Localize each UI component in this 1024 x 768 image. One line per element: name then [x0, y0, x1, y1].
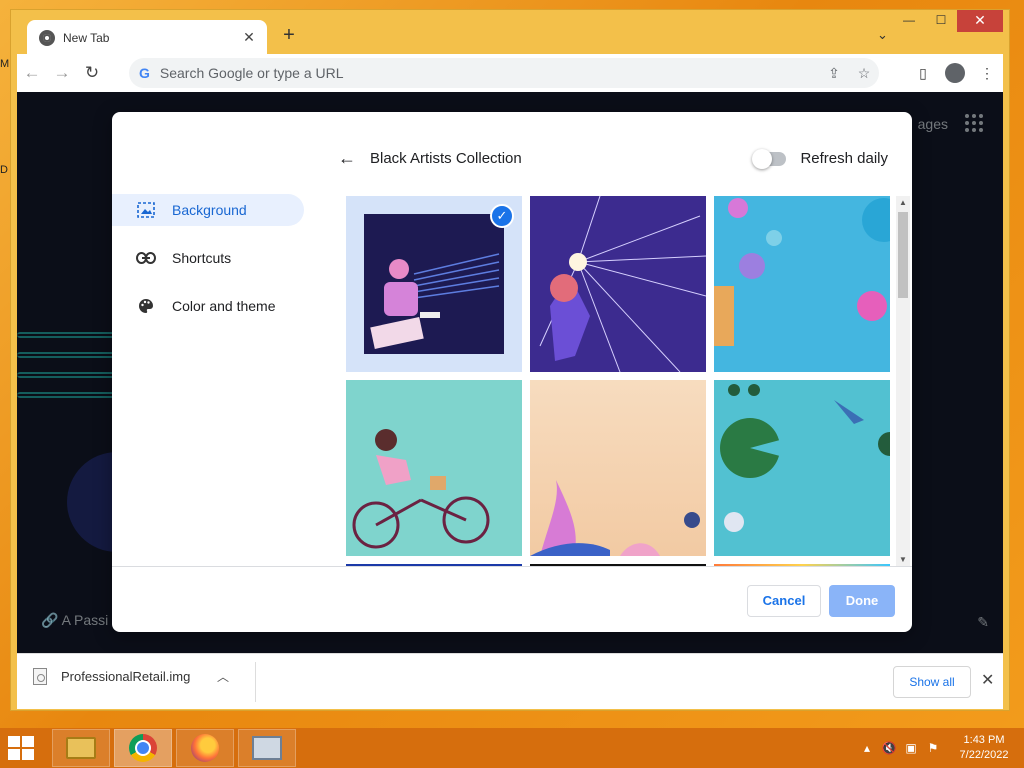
grid-scrollbar[interactable]: ▲ ▼	[896, 196, 910, 566]
tray-expand-icon[interactable]: ▴	[856, 741, 878, 755]
close-window-button[interactable]: ✕	[957, 10, 1003, 32]
background-tile[interactable]	[714, 380, 890, 556]
monitor-icon	[252, 736, 282, 760]
refresh-daily-label: Refresh daily	[800, 150, 888, 167]
image-icon	[136, 201, 156, 219]
firefox-icon	[191, 734, 219, 762]
forward-button[interactable]: →	[47, 58, 77, 88]
bookmark-star-icon[interactable]: ☆	[849, 65, 879, 82]
divider	[255, 662, 256, 702]
scroll-up-arrow-icon[interactable]: ▲	[899, 198, 907, 207]
checkmark-icon: ✓	[490, 204, 514, 228]
network-icon[interactable]: ▣	[900, 741, 922, 755]
refresh-daily-toggle[interactable]	[752, 148, 787, 169]
artwork-thumbnail	[364, 214, 504, 354]
share-icon[interactable]: ⇪	[819, 65, 849, 82]
scroll-down-arrow-icon[interactable]: ▼	[899, 555, 907, 564]
back-arrow-icon[interactable]: ←	[338, 148, 356, 169]
google-g-icon: G	[139, 65, 150, 81]
chrome-icon	[129, 734, 157, 762]
minimize-button[interactable]: —	[893, 10, 925, 32]
background-grid: ✓	[346, 196, 910, 566]
new-tab-button[interactable]: +	[278, 25, 300, 47]
sidebar-item-background[interactable]: Background	[112, 194, 304, 226]
done-button[interactable]: Done	[829, 585, 895, 617]
windows-start-icon[interactable]	[8, 736, 36, 760]
window-controls: — ☐ ✕	[893, 10, 1003, 32]
folder-icon	[66, 737, 96, 759]
link-icon	[136, 249, 156, 267]
taskbar: ▴ 🔇 ▣ ⚑ 1:43 PM 7/22/2022	[0, 728, 1024, 768]
taskbar-performance-monitor[interactable]	[238, 729, 296, 767]
action-center-flag-icon[interactable]: ⚑	[922, 741, 944, 755]
collection-header: ← Black Artists Collection	[338, 148, 522, 169]
sidebar-item-shortcuts[interactable]: Shortcuts	[112, 242, 304, 274]
sidebar-item-color-and-theme[interactable]: Color and theme	[112, 290, 304, 322]
desktop-edge-label: D	[0, 164, 8, 176]
sidebar-item-label: Shortcuts	[172, 250, 232, 266]
taskbar-chrome[interactable]	[114, 729, 172, 767]
chrome-favicon-icon	[39, 29, 55, 46]
speaker-muted-icon[interactable]: 🔇	[878, 741, 900, 755]
tab-new-tab[interactable]: New Tab ✕	[27, 20, 267, 55]
title-bar: New Tab ✕ + ⌄ — ☐ ✕	[11, 10, 1009, 55]
taskbar-firefox[interactable]	[176, 729, 234, 767]
tab-search-chevron-icon[interactable]: ⌄	[877, 27, 888, 43]
disk-image-file-icon	[33, 668, 47, 685]
download-item[interactable]: ProfessionalRetail.img ︿	[33, 668, 229, 685]
clock-time: 1:43 PM	[963, 734, 1005, 746]
toolbar-right: ▯ ⋮	[907, 58, 1003, 88]
browser-toolbar: ← → ↻ G Search Google or type a URL ⇪ ☆ …	[17, 54, 1003, 92]
refresh-daily-control: Refresh daily	[752, 148, 888, 169]
maximize-button[interactable]: ☐	[925, 10, 957, 32]
back-button[interactable]: ←	[17, 58, 47, 88]
show-all-button[interactable]: Show all	[893, 666, 971, 698]
clock-date: 7/22/2022	[959, 749, 1009, 761]
system-tray: ▴ 🔇 ▣ ⚑ 1:43 PM 7/22/2022	[856, 728, 1024, 768]
clock[interactable]: 1:43 PM 7/22/2022	[944, 733, 1024, 763]
dialog-footer: Cancel Done	[112, 566, 912, 632]
close-download-bar-icon[interactable]: ✕	[981, 670, 994, 690]
desktop-edge-label: M	[0, 58, 10, 70]
tab-close-icon[interactable]: ✕	[241, 29, 257, 46]
taskbar-file-explorer[interactable]	[52, 729, 110, 767]
scroll-thumb[interactable]	[898, 212, 908, 298]
omnibox[interactable]: G Search Google or type a URL ⇪ ☆	[129, 58, 879, 88]
menu-kebab-icon[interactable]: ⋮	[971, 58, 1003, 88]
download-file-name: ProfessionalRetail.img	[61, 669, 191, 684]
dialog-sidebar: Background Shortcuts Color and theme	[112, 194, 312, 338]
palette-icon	[136, 297, 156, 315]
profile-avatar[interactable]	[945, 63, 965, 83]
background-tile[interactable]	[530, 380, 706, 556]
cancel-button[interactable]: Cancel	[747, 585, 821, 617]
side-panel-icon[interactable]: ▯	[907, 58, 939, 88]
background-tile-selected[interactable]: ✓	[346, 196, 522, 372]
reload-button[interactable]: ↻	[77, 58, 107, 88]
tab-title: New Tab	[63, 30, 110, 45]
background-tile[interactable]	[346, 380, 522, 556]
omnibox-placeholder[interactable]: Search Google or type a URL	[160, 65, 819, 81]
download-bar: ProfessionalRetail.img ︿ Show all ✕	[17, 653, 1003, 709]
collection-title: Black Artists Collection	[370, 150, 522, 167]
sidebar-item-label: Background	[172, 202, 247, 218]
chevron-up-icon[interactable]: ︿	[217, 668, 229, 685]
sidebar-item-label: Color and theme	[172, 298, 276, 314]
background-tile[interactable]	[714, 196, 890, 372]
customize-dialog: Background Shortcuts Color and theme ← B…	[112, 112, 912, 632]
background-tile[interactable]	[530, 196, 706, 372]
